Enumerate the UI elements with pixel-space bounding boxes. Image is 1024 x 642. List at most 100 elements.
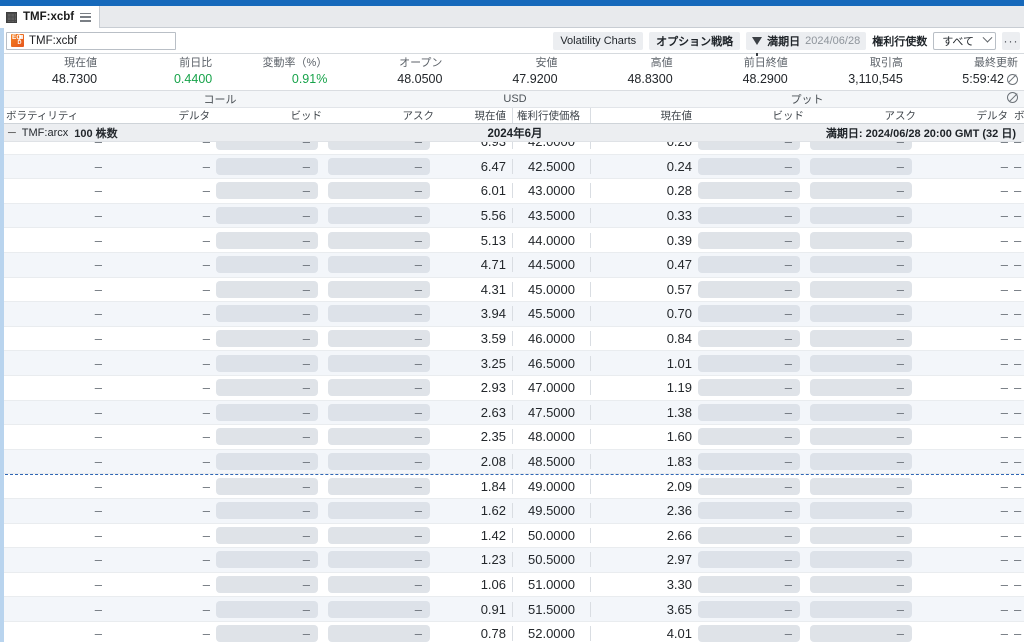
cell-put-bid-box[interactable]: – bbox=[698, 600, 800, 618]
cell-call-ask-box[interactable]: – bbox=[328, 575, 430, 593]
table-row[interactable]: – – – –3.94 45.5000 0.70– – – – bbox=[0, 302, 1024, 327]
cell-put-delta[interactable]: – bbox=[922, 306, 1014, 321]
cell-call-bid[interactable]: – bbox=[216, 256, 328, 274]
cell-call-volatility[interactable]: – bbox=[0, 479, 108, 494]
cell-put-ask-box[interactable]: – bbox=[810, 428, 912, 446]
cell-call-bid-box[interactable]: – bbox=[216, 256, 318, 274]
cell-put-bid[interactable]: – bbox=[698, 575, 810, 593]
cell-call-ask-box[interactable]: – bbox=[328, 453, 430, 471]
cell-call-last[interactable]: 4.71 bbox=[440, 257, 512, 272]
cell-put-ask[interactable]: – bbox=[810, 625, 922, 642]
cell-call-volatility[interactable]: – bbox=[0, 233, 108, 248]
cell-strike[interactable]: 46.5000 bbox=[512, 355, 590, 371]
cell-put-bid-box[interactable]: – bbox=[698, 403, 800, 421]
cell-put-ask-box[interactable]: – bbox=[810, 207, 912, 225]
cell-put-delta[interactable]: – bbox=[922, 159, 1014, 174]
cell-put-ask-box[interactable]: – bbox=[810, 453, 912, 471]
cell-call-volatility[interactable]: – bbox=[0, 503, 108, 518]
cell-call-bid[interactable]: – bbox=[216, 280, 328, 298]
table-row[interactable]: – – – –5.13 44.0000 0.39– – – – bbox=[0, 228, 1024, 253]
cell-put-volatility[interactable]: – bbox=[1014, 331, 1024, 346]
cell-call-bid-box[interactable]: – bbox=[216, 354, 318, 372]
cell-put-last[interactable]: 1.60 bbox=[590, 429, 698, 445]
cell-call-bid[interactable]: – bbox=[216, 330, 328, 348]
cell-put-ask-box[interactable]: – bbox=[810, 305, 912, 323]
table-row[interactable]: – – – –2.63 47.5000 1.38– – – – bbox=[0, 400, 1024, 426]
cell-call-bid[interactable]: – bbox=[216, 526, 328, 544]
cell-put-ask[interactable]: – bbox=[810, 403, 922, 421]
cell-strike[interactable]: 52.0000 bbox=[512, 626, 590, 642]
cell-put-bid[interactable]: – bbox=[698, 305, 810, 323]
cell-strike[interactable]: 42.5000 bbox=[512, 158, 590, 174]
cell-put-last[interactable]: 0.57 bbox=[590, 281, 698, 297]
cell-put-bid[interactable]: – bbox=[698, 502, 810, 520]
cell-call-delta[interactable]: – bbox=[108, 528, 216, 543]
cell-put-ask[interactable]: – bbox=[810, 526, 922, 544]
cell-put-ask-box[interactable]: – bbox=[810, 256, 912, 274]
cell-put-bid[interactable]: – bbox=[698, 354, 810, 372]
cell-put-ask[interactable]: – bbox=[810, 600, 922, 618]
cell-call-last[interactable]: 5.56 bbox=[440, 208, 512, 223]
cell-put-last[interactable]: 0.20 bbox=[590, 142, 698, 150]
cell-call-last[interactable]: 1.62 bbox=[440, 503, 512, 518]
cell-call-delta[interactable]: – bbox=[108, 208, 216, 223]
cell-put-delta[interactable]: – bbox=[922, 479, 1014, 494]
cell-strike[interactable]: 50.5000 bbox=[512, 552, 590, 568]
cell-put-bid[interactable]: – bbox=[698, 379, 810, 397]
cell-strike[interactable]: 48.5000 bbox=[512, 454, 590, 470]
cell-strike[interactable]: 43.5000 bbox=[512, 208, 590, 224]
cell-call-bid-box[interactable]: – bbox=[216, 478, 318, 496]
cell-put-last[interactable]: 0.33 bbox=[590, 208, 698, 224]
cell-put-bid[interactable]: – bbox=[698, 403, 810, 421]
cell-put-delta[interactable]: – bbox=[922, 208, 1014, 223]
cell-call-last[interactable]: 4.31 bbox=[440, 282, 512, 297]
cell-call-bid-box[interactable]: – bbox=[216, 142, 318, 151]
cell-call-last[interactable]: 1.84 bbox=[440, 479, 512, 494]
cell-strike[interactable]: 45.5000 bbox=[512, 306, 590, 322]
col-header-put-volatility[interactable]: ボラティリティ bbox=[1014, 108, 1024, 123]
cell-call-bid-box[interactable]: – bbox=[216, 575, 318, 593]
cell-call-bid-box[interactable]: – bbox=[216, 305, 318, 323]
cell-put-bid[interactable]: – bbox=[698, 428, 810, 446]
cell-call-delta[interactable]: – bbox=[108, 405, 216, 420]
cell-put-volatility[interactable]: – bbox=[1014, 282, 1024, 297]
col-header-put-ask[interactable]: アスク bbox=[810, 108, 922, 123]
cell-put-bid[interactable]: – bbox=[698, 182, 810, 200]
cell-put-bid-box[interactable]: – bbox=[698, 305, 800, 323]
expiry-filter[interactable]: 満期日 2024/06/28 bbox=[746, 31, 867, 56]
cell-call-bid[interactable]: – bbox=[216, 428, 328, 446]
cell-put-last[interactable]: 1.38 bbox=[590, 404, 698, 420]
cell-call-ask-box[interactable]: – bbox=[328, 600, 430, 618]
col-header-call-last[interactable]: 現在値 bbox=[440, 108, 512, 123]
cell-put-last[interactable]: 4.01 bbox=[590, 626, 698, 642]
cell-put-bid-box[interactable]: – bbox=[698, 182, 800, 200]
cell-put-volatility[interactable]: – bbox=[1014, 306, 1024, 321]
cell-call-last[interactable]: 1.42 bbox=[440, 528, 512, 543]
table-row[interactable]: – – – –1.06 51.0000 3.30– – – – bbox=[0, 573, 1024, 598]
cell-put-volatility[interactable]: – bbox=[1014, 602, 1024, 617]
cell-call-ask-box[interactable]: – bbox=[328, 305, 430, 323]
cell-put-ask-box[interactable]: – bbox=[810, 157, 912, 175]
cell-call-ask[interactable]: – bbox=[328, 182, 440, 200]
cell-strike[interactable]: 44.5000 bbox=[512, 257, 590, 273]
table-row[interactable]: – – – –5.56 43.5000 0.33– – – – bbox=[0, 203, 1024, 229]
cell-call-last[interactable]: 6.93 bbox=[440, 142, 512, 149]
cell-put-ask-box[interactable]: – bbox=[810, 575, 912, 593]
cell-call-bid-box[interactable]: – bbox=[216, 280, 318, 298]
table-row[interactable]: – – – –2.35 48.0000 1.60– – – – bbox=[0, 425, 1024, 450]
cell-put-bid-box[interactable]: – bbox=[698, 502, 800, 520]
cell-put-delta[interactable]: – bbox=[922, 503, 1014, 518]
cell-put-delta[interactable]: – bbox=[922, 282, 1014, 297]
cell-put-ask[interactable]: – bbox=[810, 157, 922, 175]
cell-call-bid[interactable]: – bbox=[216, 157, 328, 175]
hamburger-icon[interactable] bbox=[80, 12, 92, 22]
cell-call-bid-box[interactable]: – bbox=[216, 428, 318, 446]
cell-call-ask-box[interactable]: – bbox=[328, 354, 430, 372]
cell-call-ask[interactable]: – bbox=[328, 575, 440, 593]
cell-put-bid[interactable]: – bbox=[698, 526, 810, 544]
table-row[interactable]: – – – –1.23 50.5000 2.97– – – – bbox=[0, 548, 1024, 573]
cell-call-bid-box[interactable]: – bbox=[216, 379, 318, 397]
cell-put-ask-box[interactable]: – bbox=[810, 625, 912, 642]
cell-put-delta[interactable]: – bbox=[922, 257, 1014, 272]
cell-put-bid-box[interactable]: – bbox=[698, 625, 800, 642]
